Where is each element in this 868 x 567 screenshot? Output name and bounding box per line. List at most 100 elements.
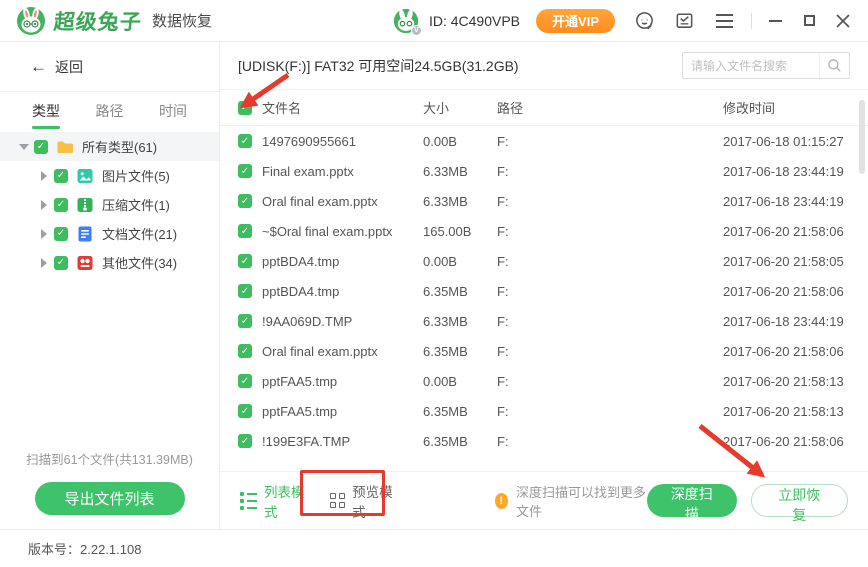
list-mode-button[interactable]: 列表模式 (240, 481, 306, 521)
file-name: pptBDA4.tmp (262, 284, 423, 299)
recover-now-button[interactable]: 立即恢复 (751, 484, 848, 517)
file-name: !9AA069D.TMP (262, 314, 423, 329)
tree-checkbox[interactable] (54, 169, 68, 183)
file-row[interactable]: !9AA069D.TMP 6.33MB F: 2017-06-18 23:44:… (220, 306, 868, 336)
file-size: 0.00B (423, 254, 497, 269)
file-row[interactable]: pptBDA4.tmp 6.35MB F: 2017-06-20 21:58:0… (220, 276, 868, 306)
file-size: 6.35MB (423, 434, 497, 449)
file-modified: 2017-06-20 21:58:06 (723, 224, 868, 239)
tree-label: 所有类型(61) (82, 137, 157, 156)
file-row[interactable]: Oral final exam.pptx 6.35MB F: 2017-06-2… (220, 336, 868, 366)
tree-label: 其他文件(34) (102, 253, 177, 272)
file-size: 6.33MB (423, 164, 497, 179)
column-header-size[interactable]: 大小 (423, 98, 497, 117)
file-path: F: (497, 434, 723, 449)
tree-checkbox[interactable] (54, 198, 68, 212)
row-checkbox[interactable] (238, 434, 252, 448)
row-checkbox[interactable] (238, 314, 252, 328)
back-label: 返回 (55, 57, 83, 77)
status-bar: 版本号：2.22.1.108 (0, 529, 868, 567)
file-modified: 2017-06-18 23:44:19 (723, 164, 868, 179)
file-name: !199E3FA.TMP (262, 434, 423, 449)
minimize-button[interactable] (764, 10, 786, 32)
row-checkbox[interactable] (238, 194, 252, 208)
file-row[interactable]: ~$Oral final exam.pptx 165.00B F: 2017-0… (220, 216, 868, 246)
export-file-list-button[interactable]: 导出文件列表 (35, 482, 185, 515)
tree-item-all-types[interactable]: 所有类型(61) (0, 132, 219, 161)
tree-checkbox[interactable] (54, 256, 68, 270)
file-path: F: (497, 344, 723, 359)
preview-mode-icon (330, 493, 345, 508)
back-arrow-icon: ← (30, 57, 47, 77)
app-window: 超级兔子 数据恢复 V ID: 4C490VPB 开通VIP (0, 0, 868, 567)
search-box (682, 52, 850, 79)
file-size: 0.00B (423, 374, 497, 389)
row-checkbox[interactable] (238, 224, 252, 238)
app-logo: 超级兔子 数据恢复 (16, 6, 212, 36)
deep-scan-hint-text: 深度扫描可以找到更多文件 (516, 482, 647, 520)
file-row[interactable]: !199E3FA.TMP 6.35MB F: 2017-06-20 21:58:… (220, 426, 868, 456)
sidebar-footer: 扫描到61个文件(共131.39MB) 导出文件列表 (0, 449, 219, 515)
preview-mode-button[interactable]: 预览模式 (330, 481, 394, 521)
row-checkbox[interactable] (238, 404, 252, 418)
row-checkbox[interactable] (238, 374, 252, 388)
file-size: 0.00B (423, 134, 497, 149)
file-row[interactable]: Oral final exam.pptx 6.33MB F: 2017-06-1… (220, 186, 868, 216)
expand-caret-icon[interactable] (38, 229, 50, 239)
tree-item-document-files[interactable]: 文档文件(21) (0, 219, 219, 248)
tab-path[interactable]: 路径 (96, 95, 124, 127)
tab-time[interactable]: 时间 (159, 95, 187, 127)
file-row[interactable]: pptFAA5.tmp 0.00B F: 2017-06-20 21:58:13 (220, 366, 868, 396)
main-menu-icon[interactable] (713, 10, 735, 32)
list-mode-label: 列表模式 (264, 481, 306, 521)
row-checkbox[interactable] (238, 284, 252, 298)
file-size: 6.35MB (423, 404, 497, 419)
vertical-scrollbar[interactable] (859, 100, 865, 174)
collapse-caret-icon[interactable] (18, 144, 30, 150)
tree-item-other-files[interactable]: 其他文件(34) (0, 248, 219, 277)
feedback-icon[interactable] (673, 10, 695, 32)
expand-caret-icon[interactable] (38, 258, 50, 268)
expand-caret-icon[interactable] (38, 200, 50, 210)
file-path: F: (497, 404, 723, 419)
warning-icon: ! (495, 493, 508, 509)
open-vip-button[interactable]: 开通VIP (536, 9, 615, 33)
row-checkbox[interactable] (238, 344, 252, 358)
file-path: F: (497, 284, 723, 299)
deep-scan-button[interactable]: 深度扫描 (647, 484, 736, 517)
row-checkbox[interactable] (238, 164, 252, 178)
back-button[interactable]: ← 返回 (0, 42, 219, 92)
row-checkbox[interactable] (238, 254, 252, 268)
column-header-modified[interactable]: 修改时间 (723, 98, 868, 117)
file-path: F: (497, 374, 723, 389)
file-modified: 2017-06-18 01:15:27 (723, 134, 868, 149)
tree-item-image-files[interactable]: 图片文件(5) (0, 161, 219, 190)
close-button[interactable] (832, 10, 854, 32)
file-name: Oral final exam.pptx (262, 194, 423, 209)
file-modified: 2017-06-18 23:44:19 (723, 314, 868, 329)
file-row[interactable]: Final exam.pptx 6.33MB F: 2017-06-18 23:… (220, 156, 868, 186)
search-input[interactable] (683, 59, 819, 73)
document-file-icon (76, 225, 94, 243)
column-header-name[interactable]: 文件名 (262, 98, 423, 117)
expand-caret-icon[interactable] (38, 171, 50, 181)
maximize-button[interactable] (798, 10, 820, 32)
file-modified: 2017-06-20 21:58:06 (723, 284, 868, 299)
user-avatar[interactable]: V (393, 8, 419, 34)
search-button[interactable] (819, 53, 849, 78)
row-checkbox[interactable] (238, 134, 252, 148)
file-row[interactable]: pptBDA4.tmp 0.00B F: 2017-06-20 21:58:05 (220, 246, 868, 276)
tree-checkbox[interactable] (54, 227, 68, 241)
file-row[interactable]: pptFAA5.tmp 6.35MB F: 2017-06-20 21:58:1… (220, 396, 868, 426)
column-header-path[interactable]: 路径 (497, 98, 723, 117)
tree-item-archive-files[interactable]: 压缩文件(1) (0, 190, 219, 219)
tree-checkbox[interactable] (34, 140, 48, 154)
file-row[interactable]: 1497690955661 0.00B F: 2017-06-18 01:15:… (220, 126, 868, 156)
scan-summary: 扫描到61个文件(共131.39MB) (0, 449, 219, 468)
user-id: ID: 4C490VPB (429, 13, 520, 29)
customer-service-icon[interactable] (633, 10, 655, 32)
drive-info-bar: [UDISK(F:)] FAT32 可用空间24.5GB(31.2GB) (220, 42, 868, 90)
select-all-checkbox[interactable] (238, 101, 252, 115)
tab-type[interactable]: 类型 (32, 95, 60, 127)
titlebar-divider (751, 13, 752, 29)
